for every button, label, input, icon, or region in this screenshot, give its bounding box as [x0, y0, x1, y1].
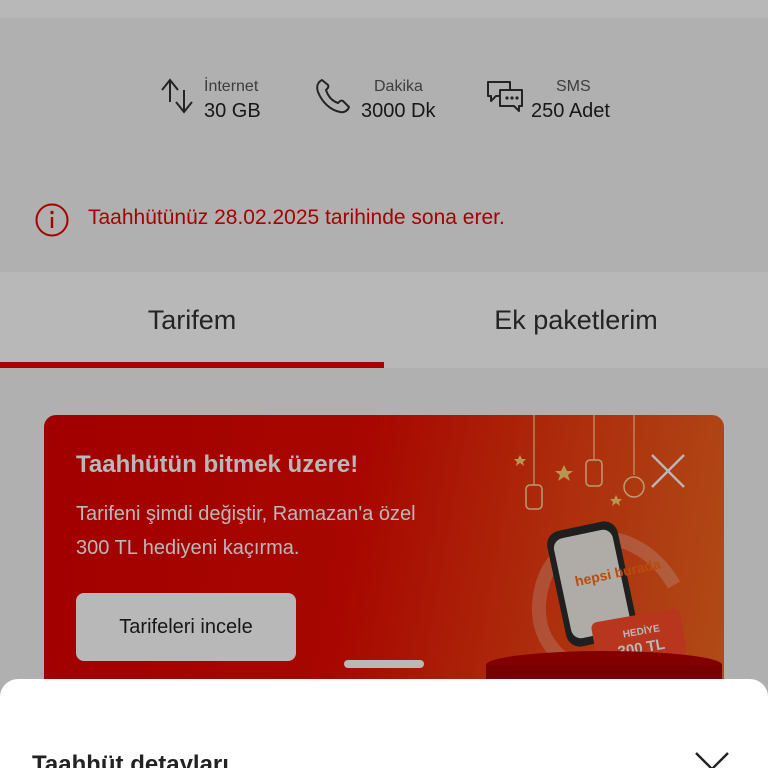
app-screen: İnternet 30 GB Dakika 3000 Dk SMS 250 Ad… [0, 0, 768, 768]
bottom-sheet: Taahhüt detayları [0, 679, 768, 768]
sheet-title: Taahhüt detayları [32, 751, 229, 768]
chevron-down-icon[interactable] [692, 747, 732, 768]
modal-backdrop[interactable] [0, 0, 768, 768]
